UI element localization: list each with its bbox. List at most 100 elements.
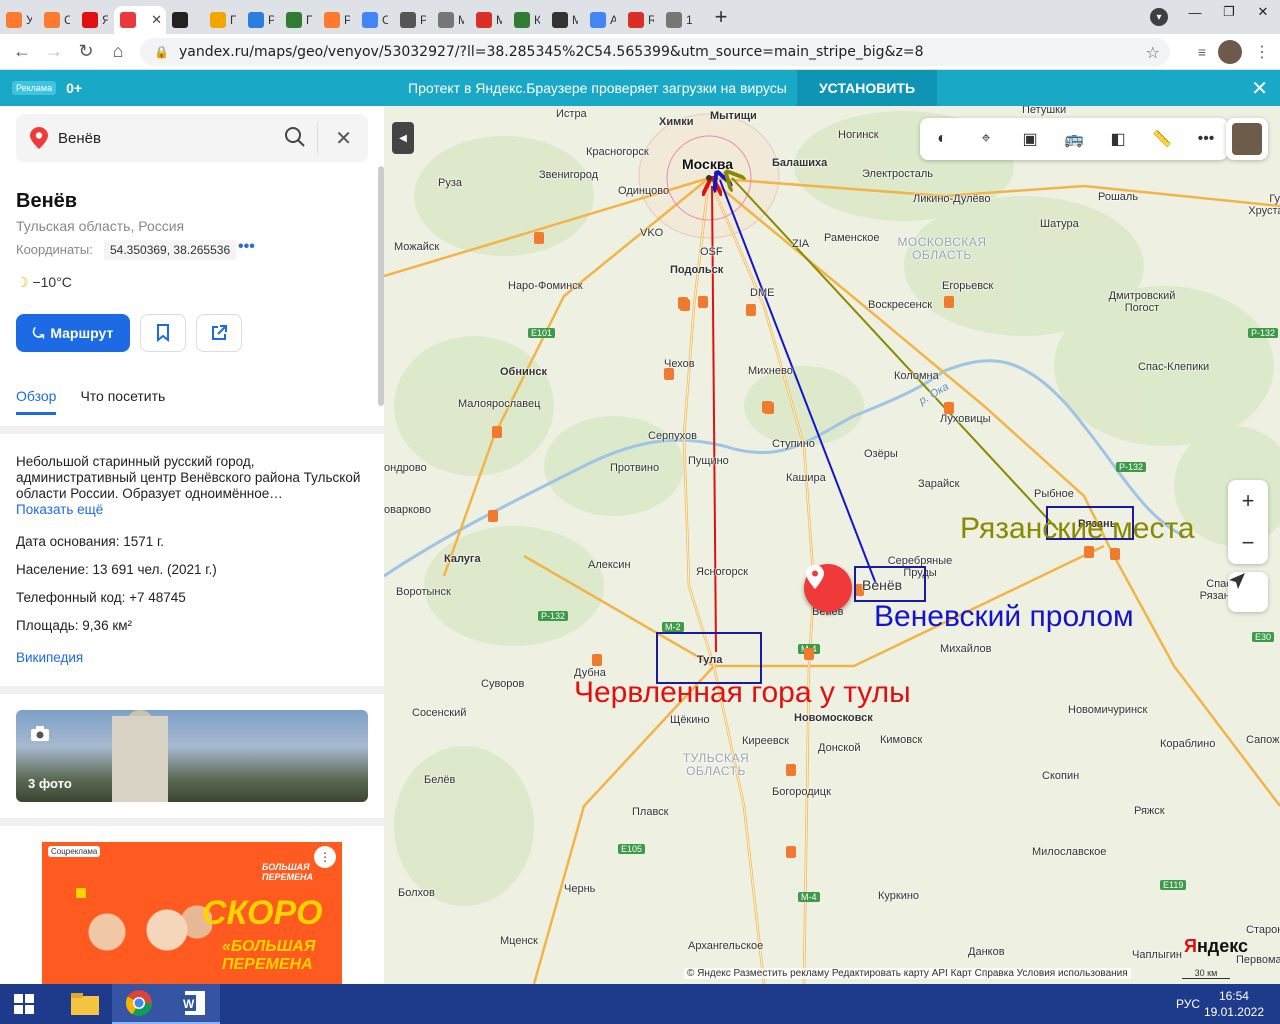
city-label[interactable]: OSF xyxy=(700,246,723,258)
city-label[interactable]: Электросталь xyxy=(862,168,933,180)
browser-tab[interactable] xyxy=(166,6,204,34)
wikipedia-link[interactable]: Википедия xyxy=(16,650,83,665)
panorama-icon[interactable]: ⌖ xyxy=(972,125,1000,153)
city-label[interactable]: Истра xyxy=(556,108,587,120)
word-app[interactable]: W xyxy=(166,984,220,1024)
close-icon[interactable]: ✕ xyxy=(1251,76,1268,101)
city-label[interactable]: Чаплыгин xyxy=(1132,949,1182,961)
gas-station-icon[interactable] xyxy=(680,299,690,311)
city-label[interactable]: Донской xyxy=(818,742,860,754)
browser-tab[interactable]: Му xyxy=(470,6,508,34)
zoom-in-button[interactable]: + xyxy=(1228,480,1268,522)
back-button[interactable]: ← xyxy=(6,41,38,62)
reload-button[interactable]: ↻ xyxy=(70,41,102,62)
clear-search-icon[interactable]: ✕ xyxy=(335,126,352,151)
browser-tab[interactable]: По: xyxy=(280,6,318,34)
close-window-button[interactable]: ✕ xyxy=(1246,0,1280,24)
new-tab-button[interactable]: + xyxy=(706,4,736,30)
city-label[interactable]: Калуга xyxy=(444,553,481,565)
city-label[interactable]: Скопин xyxy=(1042,770,1079,782)
city-label[interactable]: Староюрьево xyxy=(1246,924,1280,936)
zoom-out-button[interactable]: − xyxy=(1228,522,1268,564)
city-label[interactable]: Ступино xyxy=(772,438,815,450)
search-icon[interactable] xyxy=(284,126,306,148)
city-label[interactable]: Белёв xyxy=(424,774,455,786)
gas-station-icon[interactable] xyxy=(746,304,756,316)
city-label[interactable]: Кимовск xyxy=(880,734,922,746)
input-language[interactable]: РУС xyxy=(1176,997,1200,1011)
city-label[interactable]: Серпухов xyxy=(648,430,697,442)
map-canvas[interactable]: Истра Химки Мытищи Красногорск Москва Балаших… xyxy=(384,106,1280,984)
url-field[interactable]: 🔒 yandex.ru/maps/geo/venyov/53032927/?ll… xyxy=(140,38,1170,66)
browser-tab[interactable]: 163 xyxy=(660,6,698,34)
gas-station-icon[interactable] xyxy=(534,232,544,244)
city-label[interactable]: Химки xyxy=(659,116,694,128)
city-label[interactable]: ZIA xyxy=(792,238,809,250)
city-label[interactable]: VKO xyxy=(640,227,663,239)
city-label[interactable]: Рыбное xyxy=(1034,488,1074,500)
file-explorer-app[interactable] xyxy=(58,984,112,1024)
city-label[interactable]: Чернь xyxy=(564,883,595,895)
tab-search-icon[interactable]: ▾ xyxy=(1150,8,1168,26)
profile-avatar[interactable] xyxy=(1218,40,1242,64)
browser-tab[interactable]: ✕ xyxy=(114,6,166,34)
browser-tab[interactable]: Раз xyxy=(394,6,432,34)
city-label[interactable]: Балашиха xyxy=(772,157,827,169)
restore-button[interactable]: ❐ xyxy=(1212,0,1246,24)
gas-station-icon[interactable] xyxy=(1084,546,1094,558)
map-type-icon[interactable]: ◧ xyxy=(1104,125,1132,153)
gas-station-icon[interactable] xyxy=(488,510,498,522)
city-label[interactable]: Пущино xyxy=(688,455,729,467)
city-label[interactable]: Воротынск xyxy=(396,586,451,598)
city-label[interactable]: Раменское xyxy=(824,232,880,244)
city-label[interactable]: Обнинск xyxy=(500,366,547,378)
gas-station-icon[interactable] xyxy=(592,654,602,666)
gas-station-icon[interactable] xyxy=(492,426,502,438)
locate-me-button[interactable] xyxy=(1228,572,1268,612)
browser-tab[interactable]: Угр xyxy=(0,6,38,34)
gas-station-icon[interactable] xyxy=(786,846,796,858)
gas-station-icon[interactable] xyxy=(804,648,814,660)
share-button[interactable] xyxy=(196,314,242,352)
city-label[interactable]: Малоярославец xyxy=(458,398,540,410)
city-label[interactable]: Егорьевск xyxy=(942,280,993,292)
gas-station-icon[interactable] xyxy=(786,764,796,776)
map-footer-links[interactable]: © Яндекс Разместить рекламу Редактироват… xyxy=(684,968,1131,979)
browser-tab[interactable]: Янд xyxy=(76,6,114,34)
gas-station-icon[interactable] xyxy=(762,401,772,413)
city-label[interactable]: Кораблино xyxy=(1160,738,1215,750)
city-label[interactable]: Михнево xyxy=(748,365,793,377)
collapse-sidebar-button[interactable]: ◀ xyxy=(392,122,414,154)
city-label[interactable]: Кашира xyxy=(786,472,826,484)
menu-icon[interactable]: ⋮ xyxy=(1254,42,1270,62)
browser-tab[interactable]: Але xyxy=(584,6,622,34)
photo-icon[interactable]: ▣ xyxy=(1016,125,1044,153)
gas-station-icon[interactable] xyxy=(1110,548,1120,560)
city-label[interactable]: Протвино xyxy=(610,462,659,474)
city-label[interactable]: Ногинск xyxy=(838,129,879,141)
city-label[interactable]: Милославское xyxy=(1032,846,1106,858)
browser-tab[interactable]: Пис xyxy=(204,6,242,34)
city-label[interactable]: Воскресенск xyxy=(868,299,932,311)
city-label[interactable]: DME xyxy=(750,287,774,299)
city-label[interactable]: Алексин xyxy=(588,559,631,571)
coords-value[interactable]: 54.350369, 38.265536 xyxy=(104,240,237,260)
city-label[interactable]: ондрово xyxy=(384,462,427,474)
city-label[interactable]: Архангельское xyxy=(688,940,763,952)
gas-station-icon[interactable] xyxy=(944,402,954,414)
system-clock[interactable]: 16:54 19.01.2022 xyxy=(1204,988,1264,1020)
browser-tab[interactable]: Кра xyxy=(508,6,546,34)
city-label[interactable]: Новомосковск xyxy=(794,712,873,724)
ruler-icon[interactable]: 📏 xyxy=(1148,125,1176,153)
city-label[interactable]: Москва xyxy=(682,156,733,172)
city-label[interactable]: Сосенский xyxy=(412,707,466,719)
city-label[interactable]: Ряжск xyxy=(1134,805,1165,817)
city-label[interactable]: Спас-Клепики xyxy=(1138,361,1209,373)
city-label[interactable]: Озёры xyxy=(864,448,898,460)
city-label[interactable]: Сапожок xyxy=(1246,734,1280,746)
city-label[interactable]: Красногорск xyxy=(586,146,649,158)
city-label[interactable]: Подольск xyxy=(670,264,723,276)
city-label[interactable]: Михайлов xyxy=(940,643,991,655)
browser-tab[interactable]: Re: xyxy=(622,6,660,34)
place-marker[interactable] xyxy=(804,564,852,616)
